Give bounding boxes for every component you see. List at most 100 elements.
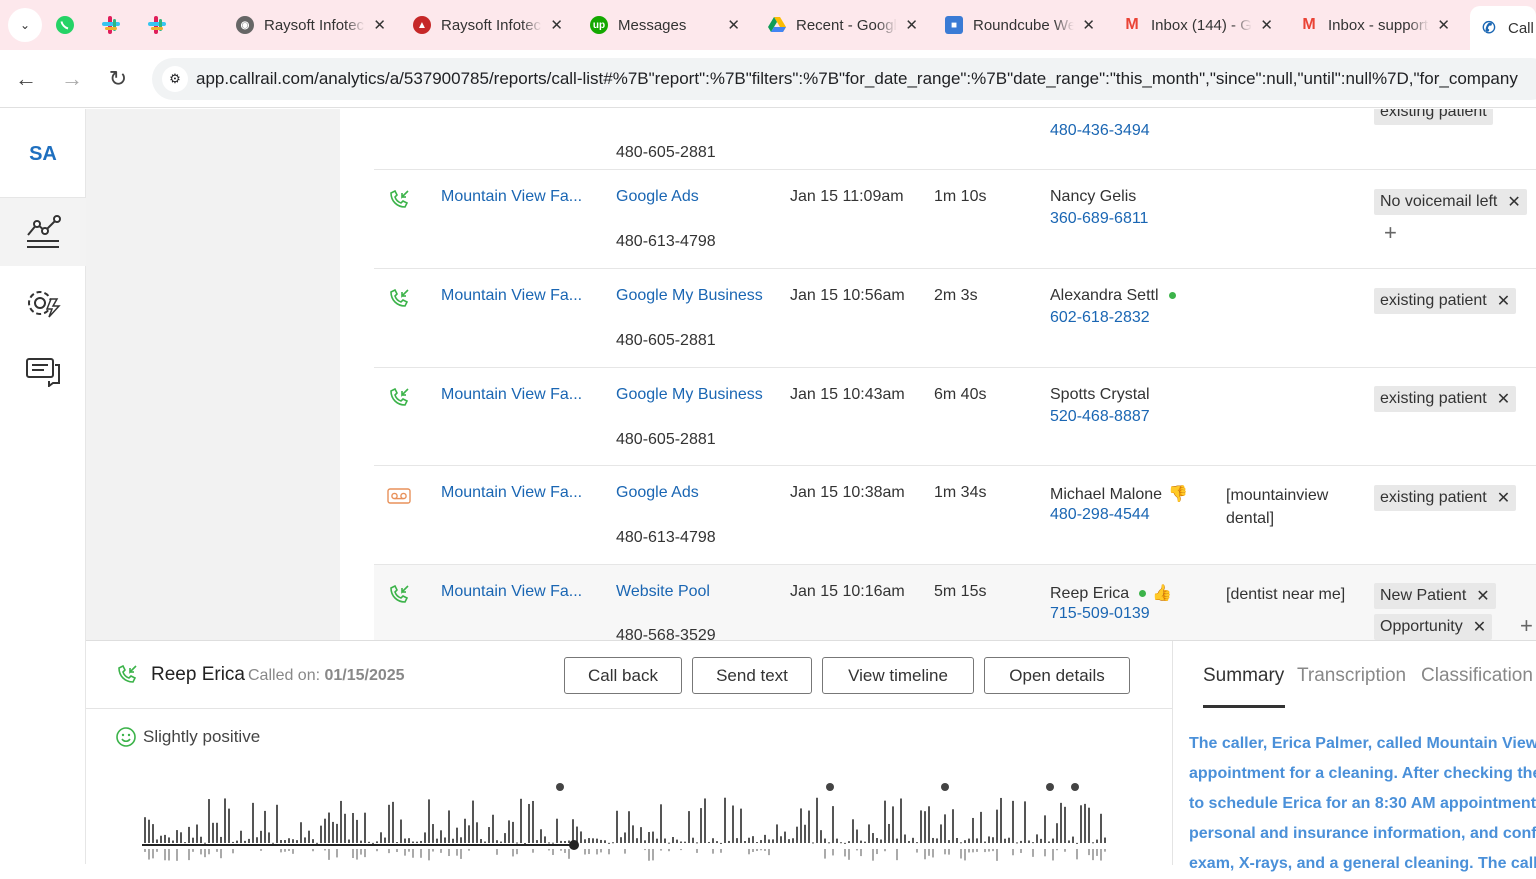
- detail-caller-name: Reep Erica: [151, 664, 245, 685]
- globe-icon: ◉: [236, 16, 254, 34]
- caller-phone[interactable]: 480-436-3494: [1050, 122, 1150, 140]
- tab-raysoft-2[interactable]: ▲ Raysoft Infotech ✕: [403, 6, 573, 44]
- pinned-tab-whatsapp[interactable]: [42, 0, 88, 50]
- site-settings-icon[interactable]: ⚙: [162, 66, 188, 92]
- smile-icon: [116, 727, 136, 752]
- caller-name: Michael Malone 👎: [1050, 486, 1188, 503]
- source-link[interactable]: Google My Business: [616, 386, 763, 404]
- caller-phone[interactable]: 520-468-8887: [1050, 408, 1150, 426]
- close-icon[interactable]: ✕: [373, 16, 386, 34]
- call-date: Jan 15 10:43am: [790, 386, 905, 403]
- company-link[interactable]: Mountain View Fa...: [441, 583, 582, 601]
- reload-button[interactable]: ↻: [98, 59, 138, 99]
- sidebar-item-messages[interactable]: [0, 338, 86, 406]
- tab-gmail-support[interactable]: M Inbox - support ✕: [1290, 6, 1460, 44]
- caller-name: Alexandra Settl: [1050, 287, 1176, 305]
- tag-chip: New Patient ✕: [1374, 583, 1496, 609]
- close-icon[interactable]: ✕: [727, 16, 740, 34]
- tracking-number: 480-613-4798: [616, 233, 716, 250]
- keywords: [mountainview dental]: [1226, 487, 1329, 527]
- caller-phone[interactable]: 602-618-2832: [1050, 309, 1150, 327]
- close-icon[interactable]: ✕: [905, 16, 918, 34]
- tab-roundcube[interactable]: ■ Roundcube Webmail ✕: [935, 6, 1105, 44]
- sidebar-item-settings[interactable]: [0, 269, 86, 337]
- tag-chip: existing patient ✕: [1374, 485, 1517, 511]
- tab-transcription[interactable]: Transcription: [1297, 665, 1406, 687]
- tracking-number: 480-605-2881: [616, 332, 716, 349]
- close-icon[interactable]: ✕: [1260, 16, 1273, 34]
- status-dot: [1139, 590, 1147, 598]
- tab-classification[interactable]: Classification: [1421, 665, 1533, 687]
- source-link[interactable]: Google My Business: [616, 287, 763, 305]
- account-logo[interactable]: SA: [0, 143, 86, 166]
- tab-summary[interactable]: Summary: [1203, 665, 1284, 687]
- thumbs-up-icon[interactable]: 👍: [1152, 585, 1172, 602]
- source-link[interactable]: Google Ads: [616, 188, 699, 206]
- close-icon[interactable]: ✕: [550, 16, 563, 34]
- tag-chip: existing patient ✕: [1374, 288, 1517, 314]
- pinned-tab-slack-2[interactable]: [134, 0, 180, 50]
- browser-toolbar: ← → ↻ ⚙ app.callrail.com/analytics/a/537…: [0, 50, 1536, 108]
- settings-bolt-icon: [28, 291, 61, 318]
- table-row[interactable]: Mountain View Fa... Google Ads 480-613-4…: [374, 466, 1536, 565]
- caller-name: Reep Erica 👍: [1050, 585, 1173, 602]
- company-link[interactable]: Mountain View Fa...: [441, 386, 582, 404]
- tab-strip: ⌄ ◉ Raysoft Infotech ✕ ▲ Raysoft Infotec…: [0, 0, 1536, 50]
- send-text-button[interactable]: Send text: [692, 657, 812, 694]
- slack-icon: [148, 16, 166, 34]
- arrow-left-icon: ←: [15, 65, 37, 91]
- remove-tag-icon[interactable]: ✕: [1473, 617, 1486, 637]
- company-link[interactable]: Mountain View Fa...: [441, 484, 582, 502]
- remove-tag-icon[interactable]: ✕: [1497, 488, 1510, 508]
- tab-callrail-active[interactable]: ✆ Call: [1470, 6, 1536, 50]
- table-row[interactable]: 480-605-2881 480-436-3494 existing patie…: [374, 109, 1536, 170]
- sentiment-label: Slightly positive: [143, 727, 261, 746]
- view-timeline-button[interactable]: View timeline: [822, 657, 974, 694]
- company-link[interactable]: Mountain View Fa...: [441, 188, 582, 206]
- google-drive-icon: [768, 16, 786, 34]
- address-bar[interactable]: ⚙ app.callrail.com/analytics/a/537900785…: [152, 58, 1536, 100]
- table-row-selected[interactable]: Mountain View Fa... Website Pool 480-568…: [374, 565, 1536, 640]
- call-duration: 6m 40s: [934, 386, 987, 403]
- source-link[interactable]: Google Ads: [616, 484, 699, 502]
- audio-waveform[interactable]: [142, 775, 1122, 865]
- caller-phone[interactable]: 480-298-4544: [1050, 506, 1150, 524]
- call-duration: 1m 34s: [934, 484, 987, 501]
- tab-raysoft-1[interactable]: ◉ Raysoft Infotech ✕: [226, 6, 396, 44]
- inbound-call-icon: [388, 288, 410, 314]
- pinned-tab-slack-1[interactable]: [88, 0, 134, 50]
- call-detail-panel: Reep Erica Called on: 01/15/2025 Call ba…: [86, 640, 1536, 872]
- tab-search-button[interactable]: ⌄: [8, 8, 42, 42]
- source-link[interactable]: Website Pool: [616, 583, 710, 601]
- table-row[interactable]: Mountain View Fa... Google Ads 480-613-4…: [374, 170, 1536, 269]
- caller-phone[interactable]: 360-689-6811: [1050, 210, 1148, 228]
- tab-messages[interactable]: up Messages ✕: [580, 6, 750, 44]
- called-on: Called on: 01/15/2025: [248, 667, 405, 684]
- tab-gmail-inbox[interactable]: M Inbox (144) - Gmail ✕: [1113, 6, 1283, 44]
- tracking-number: 480-568-3529: [616, 627, 716, 640]
- remove-tag-icon[interactable]: ✕: [1497, 291, 1510, 311]
- company-link[interactable]: Mountain View Fa...: [441, 287, 582, 305]
- tab-google-drive[interactable]: Recent - Google Drive ✕: [758, 6, 928, 44]
- table-row[interactable]: Mountain View Fa... Google My Business 4…: [374, 269, 1536, 368]
- table-row[interactable]: Mountain View Fa... Google My Business 4…: [374, 368, 1536, 466]
- status-dot: [1168, 292, 1176, 300]
- open-details-button[interactable]: Open details: [984, 657, 1130, 694]
- call-summary: The caller, Erica Palmer, called Mountai…: [1189, 735, 1536, 872]
- close-icon[interactable]: ✕: [1082, 16, 1095, 34]
- thumbs-down-icon[interactable]: 👎: [1168, 486, 1188, 503]
- back-button[interactable]: ←: [6, 59, 46, 99]
- caller-phone[interactable]: 715-509-0139: [1050, 605, 1150, 623]
- add-tag-button[interactable]: +: [1384, 220, 1397, 246]
- add-tag-button[interactable]: +: [1520, 613, 1533, 639]
- call-back-button[interactable]: Call back: [564, 657, 682, 694]
- sidebar-item-analytics[interactable]: [0, 198, 86, 266]
- forward-button[interactable]: →: [52, 59, 92, 99]
- tracking-number: 480-605-2881: [616, 144, 716, 161]
- active-tab-indicator: [1203, 705, 1285, 708]
- slack-icon: [102, 16, 120, 34]
- remove-tag-icon[interactable]: ✕: [1497, 389, 1510, 409]
- remove-tag-icon[interactable]: ✕: [1476, 586, 1489, 606]
- close-icon[interactable]: ✕: [1437, 16, 1450, 34]
- remove-tag-icon[interactable]: ✕: [1507, 192, 1520, 212]
